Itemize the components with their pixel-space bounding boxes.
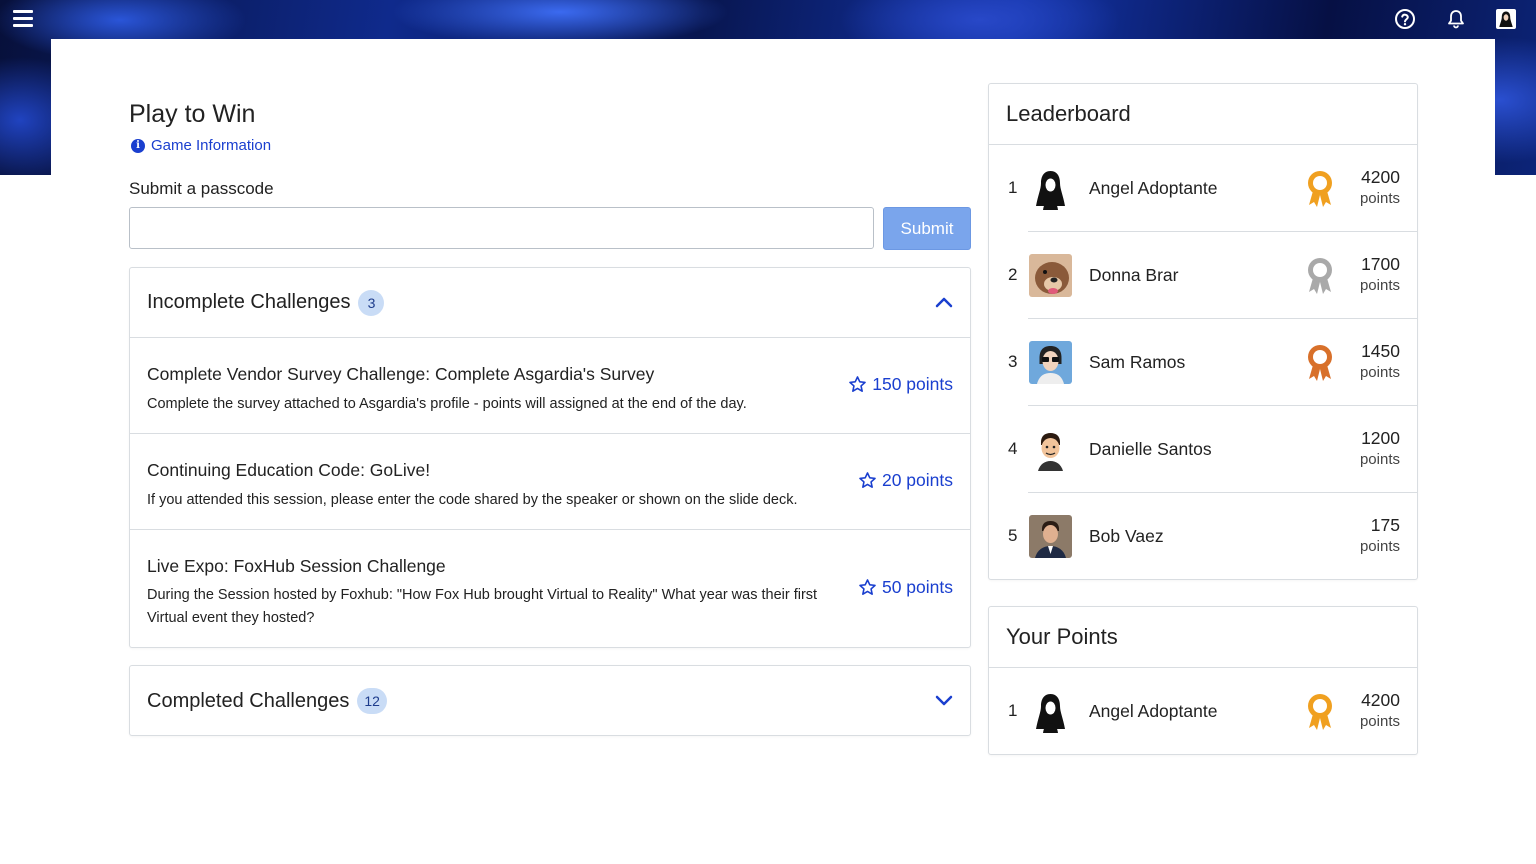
- completed-count-badge: 12: [357, 688, 387, 714]
- leaderboard-panel: Leaderboard 1 Angel Adoptante 4200 point…: [988, 83, 1418, 580]
- points-unit: points: [1359, 713, 1400, 730]
- bronze-medal-icon: [1308, 345, 1332, 381]
- completed-challenges-header[interactable]: Completed Challenges 12: [130, 666, 970, 736]
- bell-icon[interactable]: [1445, 8, 1467, 30]
- player-name[interactable]: Angel Adoptante: [1089, 701, 1217, 722]
- points-value: 4200: [1361, 690, 1400, 710]
- points-value: 4200: [1361, 167, 1400, 187]
- user-avatar-icon[interactable]: [1495, 8, 1517, 30]
- gold-medal-icon: [1308, 171, 1332, 207]
- challenge-title: Live Expo: FoxHub Session Challenge: [147, 556, 446, 576]
- incomplete-count-badge: 3: [358, 289, 385, 316]
- rank-number: 2: [1008, 265, 1018, 284]
- game-information-label[interactable]: Game Information: [151, 137, 271, 154]
- points-unit: points: [1359, 451, 1400, 468]
- challenge-item[interactable]: Continuing Education Code: GoLive! If yo…: [130, 434, 970, 530]
- points-value: 175: [1370, 515, 1400, 535]
- challenge-item[interactable]: Complete Vendor Survey Challenge: Comple…: [130, 338, 970, 434]
- leaderboard-row: 1 Angel Adoptante 4200 points: [989, 145, 1417, 232]
- your-points-header: Your Points: [989, 607, 1417, 668]
- challenge-points: 20 points: [858, 470, 953, 491]
- submit-button[interactable]: Submit: [883, 207, 971, 250]
- passcode-label: Submit a passcode: [129, 179, 274, 198]
- incomplete-challenges-title: Incomplete Challenges: [147, 291, 351, 313]
- player-points: 1700 points: [1360, 253, 1400, 297]
- incomplete-challenges-panel: Incomplete Challenges 3 Complete Vendor …: [129, 267, 971, 648]
- star-icon: [849, 376, 867, 392]
- top-bar: [0, 0, 1536, 39]
- hamburger-menu-icon[interactable]: [13, 10, 33, 28]
- points-value: 1200: [1361, 428, 1400, 448]
- your-points-panel: Your Points 1 Angel Adoptante 4200 point…: [988, 606, 1418, 755]
- help-circle-icon[interactable]: [1394, 8, 1416, 30]
- avatar[interactable]: [1029, 428, 1072, 471]
- rank-number: 4: [1008, 439, 1018, 458]
- avatar[interactable]: [1029, 690, 1072, 733]
- challenge-item[interactable]: Live Expo: FoxHub Session Challenge Duri…: [130, 530, 970, 647]
- challenge-title: Continuing Education Code: GoLive!: [147, 460, 431, 480]
- rank-number: 1: [1008, 178, 1018, 197]
- player-points: 175 points: [1360, 514, 1400, 558]
- leaderboard-row: 2 Donna Brar 1700 points: [989, 232, 1417, 319]
- challenge-points: 150 points: [848, 374, 953, 395]
- player-points: 4200 points: [1360, 689, 1400, 733]
- leaderboard-header: Leaderboard: [989, 84, 1417, 145]
- player-name[interactable]: Donna Brar: [1089, 265, 1179, 286]
- game-information-link[interactable]: i Game Information: [131, 137, 271, 154]
- leaderboard-row: 4 Danielle Santos 1200 points: [989, 406, 1417, 493]
- player-points: 1200 points: [1360, 427, 1400, 471]
- player-points: 4200 points: [1360, 166, 1400, 210]
- player-name[interactable]: Sam Ramos: [1089, 352, 1185, 373]
- gold-medal-icon: [1308, 694, 1332, 730]
- page-title: Play to Win: [129, 100, 256, 128]
- completed-challenges-title: Completed Challenges: [147, 689, 350, 712]
- star-icon: [859, 472, 876, 488]
- points-value: 1700: [1361, 254, 1400, 274]
- star-icon: [859, 579, 876, 595]
- leaderboard-row: 3 Sam Ramos 1450 points: [989, 319, 1417, 406]
- rank-number: 5: [1008, 526, 1018, 545]
- challenge-points-label: 20 points: [881, 470, 953, 490]
- passcode-input[interactable]: [129, 207, 874, 249]
- challenge-description: Complete the survey attached to Asgardia…: [147, 396, 747, 412]
- rank-number: 3: [1008, 352, 1018, 371]
- points-unit: points: [1359, 538, 1400, 555]
- challenge-description: If you attended this session, please ent…: [147, 492, 798, 508]
- your-points-title: Your Points: [1006, 624, 1118, 649]
- completed-challenges-panel: Completed Challenges 12: [129, 665, 971, 736]
- challenge-points-label: 150 points: [872, 374, 953, 394]
- points-value: 1450: [1361, 341, 1400, 361]
- challenge-points-label: 50 points: [881, 577, 953, 597]
- challenge-title: Complete Vendor Survey Challenge: Comple…: [147, 364, 655, 384]
- player-name[interactable]: Angel Adoptante: [1089, 178, 1217, 199]
- points-unit: points: [1359, 277, 1400, 294]
- points-unit: points: [1359, 190, 1400, 207]
- challenge-points: 50 points: [858, 577, 953, 598]
- incomplete-challenges-header[interactable]: Incomplete Challenges 3: [130, 268, 970, 338]
- leaderboard-title: Leaderboard: [1006, 101, 1131, 126]
- points-unit: points: [1359, 364, 1400, 381]
- chevron-up-icon[interactable]: [934, 294, 954, 310]
- player-name[interactable]: Bob Vaez: [1089, 526, 1164, 547]
- info-icon: i: [131, 138, 145, 153]
- player-points: 1450 points: [1360, 340, 1400, 384]
- your-points-row: 1 Angel Adoptante 4200 points: [989, 668, 1417, 755]
- avatar[interactable]: [1029, 167, 1072, 210]
- leaderboard-row: 5 Bob Vaez 175 points: [989, 493, 1417, 580]
- avatar[interactable]: [1029, 515, 1072, 558]
- challenge-description: During the Session hosted by Foxhub: "Ho…: [147, 587, 818, 626]
- rank-number: 1: [1008, 701, 1018, 720]
- player-name[interactable]: Danielle Santos: [1089, 439, 1212, 460]
- chevron-down-icon[interactable]: [934, 692, 954, 708]
- silver-medal-icon: [1308, 258, 1332, 294]
- avatar[interactable]: [1029, 341, 1072, 384]
- avatar[interactable]: [1029, 254, 1072, 297]
